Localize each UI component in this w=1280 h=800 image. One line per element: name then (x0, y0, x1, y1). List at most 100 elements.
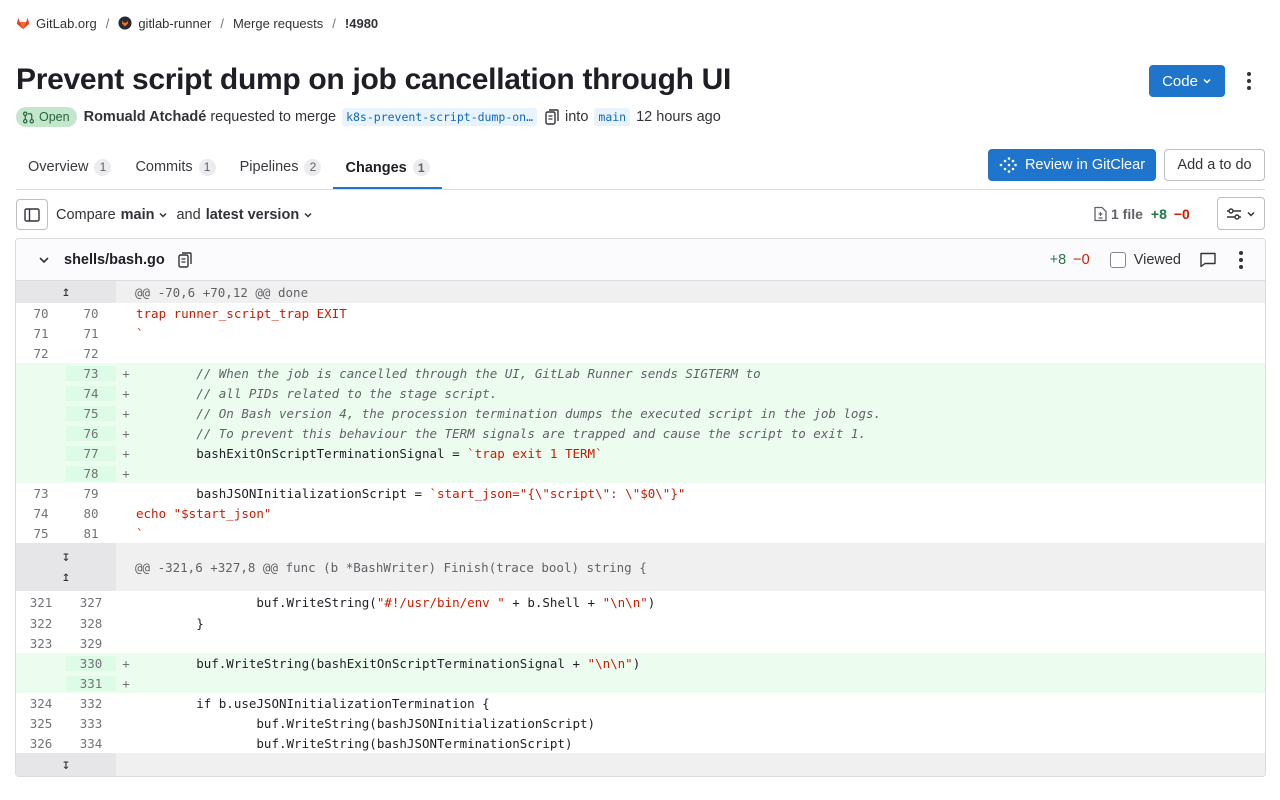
new-line-number[interactable]: 77 (66, 445, 116, 461)
hunk-header-text: @@ -321,6 +327,8 @@ func (b *BashWriter)… (135, 559, 647, 575)
code-button[interactable]: Code (1149, 65, 1225, 97)
code: buf.WriteString(bashExitOnScriptTerminat… (136, 656, 640, 671)
added-sign: + (122, 405, 130, 421)
expand-up-icon[interactable]: ↥ (62, 567, 70, 587)
old-line-number[interactable]: 322 (16, 616, 66, 631)
breadcrumb-gitlab-org[interactable]: GitLab.org (16, 16, 97, 31)
gitclear-icon (999, 157, 1017, 173)
status-badge: Open (16, 107, 77, 127)
new-line-number[interactable]: 332 (66, 696, 116, 711)
timestamp: 12 hours ago (636, 109, 721, 125)
new-line-number[interactable]: 328 (66, 616, 116, 631)
code: bashExitOnScriptTerminationSignal = `tra… (136, 446, 602, 461)
diff-line: 322 328 } (16, 613, 1265, 633)
source-branch[interactable]: k8s-prevent-script-dump-on… (342, 108, 538, 126)
breadcrumb-merge-requests[interactable]: Merge requests (233, 16, 323, 31)
breadcrumb-label: Merge requests (232, 15, 324, 31)
diff-line: 74 80 echo "$start_json" (16, 503, 1265, 523)
head-version-label: latest version (205, 206, 300, 223)
code: // all PIDs related to the stage script. (136, 385, 498, 401)
file-more-actions-icon[interactable] (1231, 248, 1251, 272)
expand-up-icon[interactable]: ↥ (16, 281, 116, 303)
old-line-number[interactable]: 70 (16, 306, 66, 321)
new-line-number[interactable]: 74 (66, 385, 116, 401)
hunk-header: ↧ ↥ @@ -321,6 +327,8 @@ func (b *BashWri… (16, 543, 1265, 591)
author-link[interactable]: Romuald Atchadé (84, 109, 207, 125)
expand-down-icon[interactable]: ↧ (16, 753, 116, 776)
diff-line: 72 72 (16, 343, 1265, 363)
tab-overview[interactable]: Overview 1 (16, 148, 123, 186)
tab-changes[interactable]: Changes 1 (333, 148, 442, 189)
new-line-number[interactable]: 330 (66, 655, 116, 671)
tab-commits[interactable]: Commits 1 (123, 148, 227, 186)
new-line-number[interactable]: 70 (66, 306, 116, 321)
compare-bar: Compare main and latest version (16, 199, 313, 230)
more-actions-icon[interactable] (1239, 69, 1259, 93)
target-branch[interactable]: main (594, 108, 631, 126)
tab-label: Overview (28, 159, 89, 175)
breadcrumb-separator: / (332, 15, 336, 31)
new-line-number[interactable]: 333 (66, 716, 116, 731)
code: buf.WriteString("#!/usr/bin/env " + b.Sh… (136, 595, 655, 610)
new-line-number[interactable]: 72 (66, 346, 116, 361)
breadcrumb-mr-id[interactable]: !4980 (345, 16, 378, 31)
new-line-number[interactable]: 329 (66, 636, 116, 651)
old-line-number[interactable]: 71 (16, 326, 66, 341)
old-line-number[interactable]: 72 (16, 346, 66, 361)
old-line-number[interactable]: 75 (16, 526, 66, 541)
viewed-label: Viewed (1133, 252, 1181, 268)
toggle-file-browser-button[interactable] (16, 199, 48, 230)
head-version-dropdown[interactable]: latest version (206, 207, 314, 223)
page-title: Prevent script dump on job cancellation … (16, 63, 732, 96)
old-line-number[interactable]: 74 (16, 506, 66, 521)
old-line-number[interactable]: 73 (16, 486, 66, 501)
file-name[interactable]: shells/bash.go (64, 252, 165, 268)
new-line-number[interactable]: 80 (66, 506, 116, 521)
chevron-down-icon[interactable] (37, 253, 51, 267)
old-line-number[interactable]: 323 (16, 636, 66, 651)
code: if b.useJSONInitializationTermination { (136, 695, 490, 711)
new-line-number[interactable]: 327 (66, 595, 116, 610)
add-todo-button[interactable]: Add a to do (1164, 149, 1265, 181)
runner-avatar-icon (118, 16, 132, 30)
code-token: + b.Shell + (504, 594, 603, 610)
review-in-gitclear-button[interactable]: Review in GitClear (988, 149, 1156, 181)
expand-down-icon[interactable]: ↧ (62, 547, 70, 567)
breadcrumb-gitlab-runner[interactable]: gitlab-runner (118, 16, 211, 31)
code-button-label: Code (1162, 72, 1198, 90)
new-line-number[interactable]: 76 (66, 425, 116, 441)
tab-pipelines[interactable]: Pipelines 2 (228, 148, 334, 186)
diff-line-added: 76 + // To prevent this behaviour the TER… (16, 423, 1265, 443)
tab-count: 1 (412, 159, 430, 176)
copy-icon[interactable] (178, 251, 192, 268)
compare-label: Compare (56, 206, 116, 223)
breadcrumb: GitLab.org / gitlab-runner / Merge reque… (16, 14, 378, 32)
diff-line-added: 75 + // On Bash version 4, the procession… (16, 403, 1265, 423)
diff-lines: ↥ @@ -70,6 +70,12 @@ done 70 70 trap runne… (16, 281, 1265, 776)
new-line-number[interactable]: 73 (66, 365, 116, 381)
new-line-number[interactable]: 75 (66, 405, 116, 421)
new-line-number[interactable]: 79 (66, 486, 116, 501)
hunk-header: ↥ @@ -70,6 +70,12 @@ done (16, 281, 1265, 303)
code: // On Bash version 4, the procession ter… (136, 405, 882, 421)
base-version-dropdown[interactable]: main (121, 207, 169, 223)
preferences-icon (1227, 207, 1241, 220)
old-line-number[interactable]: 324 (16, 696, 66, 711)
diff-settings-button[interactable] (1217, 197, 1265, 230)
file-header: shells/bash.go +8 −0 Viewed (16, 239, 1265, 281)
viewed-checkbox[interactable] (1109, 252, 1126, 268)
new-line-number[interactable]: 334 (66, 736, 116, 751)
diff-line-added: 331 + (16, 673, 1265, 693)
copy-icon[interactable] (545, 109, 559, 125)
comment-icon[interactable] (1199, 252, 1217, 268)
old-line-number[interactable]: 321 (16, 595, 66, 610)
old-line-number[interactable]: 325 (16, 716, 66, 731)
old-line-number[interactable]: 326 (16, 736, 66, 751)
new-line-number[interactable]: 331 (66, 675, 116, 691)
new-line-number[interactable]: 78 (66, 465, 116, 481)
new-line-number[interactable]: 81 (66, 526, 116, 541)
merge-request-icon (22, 111, 35, 123)
file-additions: +8 (1049, 252, 1067, 268)
new-line-number[interactable]: 71 (66, 326, 116, 341)
code: ` (136, 325, 144, 341)
